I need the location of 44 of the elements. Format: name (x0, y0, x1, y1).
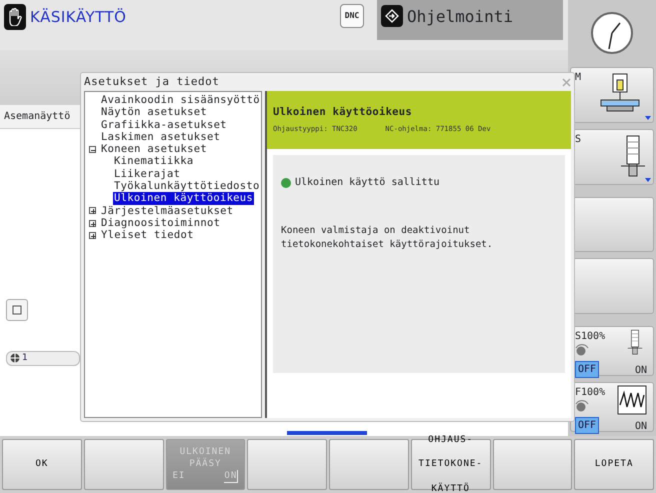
expand-toggle-icon[interactable] (89, 220, 96, 227)
tree-item[interactable]: Koneen asetukset (100, 143, 208, 156)
dialog-title: Asetukset ja tiedot (84, 74, 220, 90)
tree-item[interactable]: Grafiikka-asetukset (100, 118, 228, 131)
tree-item[interactable]: Avainkoodin sisäänsyöttö (100, 94, 261, 106)
expand-toggle-icon[interactable] (89, 146, 96, 153)
programming-icon (381, 5, 403, 27)
hand-icon (4, 4, 26, 30)
off-option[interactable]: OFF (575, 361, 600, 378)
datum-icon (10, 353, 20, 364)
detail-heading: Ulkoinen käyttöoikeus (273, 105, 414, 120)
dropdown-caret-icon (645, 178, 651, 182)
dropdown-caret-icon (645, 116, 651, 120)
knob-icon (575, 400, 589, 412)
tree-item[interactable]: Näytön asetukset (100, 106, 208, 119)
tree-item[interactable]: Järjestelmäasetukset (100, 204, 234, 217)
datum-status: 1 (6, 350, 80, 366)
softkey[interactable]: OK (2, 439, 82, 490)
view-button[interactable] (6, 298, 28, 320)
close-icon[interactable] (562, 78, 571, 86)
tree-item[interactable]: Ulkoinen käyttöoikeus (113, 192, 254, 205)
override-button[interactable]: F100% OFF ON (570, 382, 654, 432)
position-display-tab[interactable]: Asemanäyttö (0, 105, 80, 129)
on-option[interactable]: ON (632, 419, 649, 434)
tree-item[interactable]: Kinematiikka (113, 155, 194, 168)
tree-item[interactable]: Työkalunkäyttötiedosto (113, 180, 261, 192)
status-text: Ulkoinen käyttö sallittu (295, 176, 440, 190)
message-text: Koneen valmistaja on deaktivoinut tietokonekohtaiset käyttörajoitukset. (281, 224, 494, 252)
machine-button[interactable]: M (570, 67, 654, 123)
dnc-indicator: DNC (340, 4, 364, 28)
softkey[interactable]: LOPETA (574, 439, 654, 490)
tree-item[interactable]: Laskimen asetukset (100, 130, 222, 144)
expand-toggle-icon[interactable] (89, 232, 96, 239)
expand-toggle-icon[interactable] (89, 207, 96, 214)
off-option[interactable]: OFF (575, 417, 600, 434)
feed-icon (617, 385, 647, 415)
tree-item[interactable]: Yleiset tiedot (100, 229, 195, 242)
tree-item[interactable]: Diagnoositoiminnot (100, 216, 222, 230)
programming-tab[interactable]: Ohjelmointi (377, 0, 563, 40)
knob-icon (575, 344, 589, 356)
tree-item[interactable]: Liikerajat (113, 168, 182, 180)
mode-title: KÄSIKÄYTTÖ (30, 6, 126, 28)
on-option[interactable]: ON (632, 363, 649, 378)
frame-icon (12, 304, 22, 314)
